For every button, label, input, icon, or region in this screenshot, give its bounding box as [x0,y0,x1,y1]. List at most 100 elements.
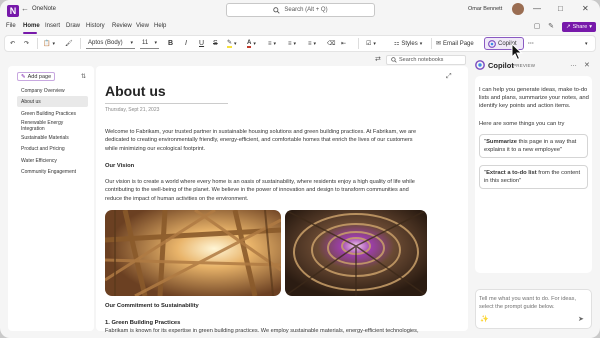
more-options-icon[interactable]: … [570,61,577,68]
align-icon[interactable]: ≡ ▾ [308,38,316,49]
suggestion-bold: Extract a to-do list [486,170,537,176]
chevron-down-icon: ▾ [589,24,593,30]
email-page-label: Email Page [443,40,474,47]
building-interior-image[interactable] [105,210,281,296]
practice-heading[interactable]: 1. Green Building Practices [105,320,180,326]
menu-view[interactable]: View [136,23,149,29]
share-label: Share [572,24,588,30]
divider [431,38,432,49]
font-name-select[interactable]: Aptos (Body) ▾ [86,38,135,49]
page-item-company-overview[interactable]: Company Overview [17,85,88,96]
more-options-icon[interactable]: ··· [528,38,534,49]
title-underline [105,103,228,104]
page-item-water-efficiency[interactable]: Water Efficiency [17,155,88,166]
send-icon[interactable]: ➤ [578,315,584,323]
divider [37,38,38,49]
menu-review[interactable]: Review [112,23,132,29]
intro-paragraph[interactable]: Welcome to Fabrikam, your trusted partne… [105,128,425,153]
page-date: Thursday, Sept 21, 2023 [105,107,160,113]
chevron-down-icon: ▾ [130,40,133,46]
menu-draw[interactable]: Draw [66,23,80,29]
back-arrow-icon[interactable]: ← [21,4,29,13]
add-page-button[interactable]: ✎ Add page [17,72,55,81]
email-page-button[interactable]: ✉ Email Page [436,38,474,49]
menu-file[interactable]: File [6,23,16,29]
suggestion-todo[interactable]: "Extract a to-do list from the content i… [479,165,588,190]
bold-button[interactable]: B [168,38,173,49]
close-icon[interactable]: ✕ [582,4,589,13]
immersive-reader-icon[interactable]: ✎ [546,22,556,32]
prompt-guide-icon[interactable]: ✨ [480,315,489,323]
avatar[interactable] [512,3,524,15]
menu-history[interactable]: History [86,23,105,29]
eraser-icon[interactable]: ⌫ [327,38,335,49]
copilot-icon [488,39,496,48]
sort-icon[interactable]: ⇅ [81,73,86,80]
expand-icon[interactable]: ⤢ [446,73,452,81]
menu-home[interactable]: Home [23,23,40,29]
page-title[interactable]: About us [105,83,166,99]
search-label: Search (Alt + Q) [284,7,328,13]
outdent-icon[interactable]: ⇤ [341,38,346,49]
minimize-icon[interactable]: — [533,4,541,13]
paste-icon[interactable]: 📋 ▾ [43,38,55,49]
chevron-down-icon[interactable]: ▾ [585,38,588,49]
onenote-window: N ← OneNote Search (Alt + Q) Omar Bennet… [0,0,600,338]
active-tab-indicator [23,32,37,34]
vision-paragraph[interactable]: Our vision is to create a world where ev… [105,178,425,203]
search-icon [273,6,281,14]
chevron-down-icon: ▾ [419,40,423,47]
undo-icon[interactable]: ↶ [10,38,15,49]
font-size-value: 11 [142,40,149,46]
styles-button[interactable]: ⚏ Styles ▾ [394,38,422,49]
practice-paragraph[interactable]: Fabrikam is known for its expertise in g… [105,327,435,335]
onenote-logo-icon: N [7,5,19,17]
format-painter-icon[interactable]: 🖌 [65,38,73,49]
search-notebooks-placeholder: Search notebooks [399,57,444,63]
copilot-try-label: Here are some things you can try [479,121,565,127]
sticky-notes-icon[interactable]: ▢ [532,22,542,32]
page-item-product-pricing[interactable]: Product and Pricing [17,143,88,154]
bullets-icon[interactable]: ≡ ▾ [268,38,276,49]
numbering-icon[interactable]: ≡ ▾ [288,38,296,49]
page-item-sustainable-materials[interactable]: Sustainable Materials [17,132,88,143]
redo-icon[interactable]: ↷ [24,38,29,49]
highlight-icon[interactable]: ✎ ▾ [227,38,237,49]
suggestion-bold: Summarize [486,139,517,145]
font-name-value: Aptos (Body) [88,40,123,46]
filter-icon[interactable]: ⇄ [375,55,381,63]
page-item-green-building[interactable]: Green Building Practices [17,108,88,119]
preview-badge: PREVIEW [513,63,536,68]
vision-heading[interactable]: Our Vision [105,163,134,169]
tag-icon[interactable]: ☑ ▾ [366,38,376,49]
page-item-renewable-energy[interactable]: Renewable Energy Integration [17,120,88,132]
font-size-select[interactable]: 11 ▾ [140,38,159,49]
page-item-about-us[interactable]: About us [17,96,88,107]
close-icon[interactable]: ✕ [584,61,590,69]
user-name[interactable]: Omar Bennett [468,6,502,12]
copilot-title: Copilot [488,61,514,70]
share-button[interactable]: ↗ Share ▾ [562,22,596,32]
copilot-input-placeholder: Tell me what you want to do. For ideas, … [479,296,577,310]
copilot-intro: I can help you generate ideas, make to-d… [479,87,589,110]
page-item-community-engagement[interactable]: Community Engagement [17,166,88,177]
search-notebooks-input[interactable]: Search notebooks [386,55,466,65]
suggestion-summarize[interactable]: "Summarize this page in a way that expla… [479,134,588,159]
menu-help[interactable]: Help [154,23,166,29]
divider [80,38,81,49]
mail-icon: ✉ [436,41,442,47]
strikethrough-button[interactable]: S [213,38,218,49]
underline-button[interactable]: U [199,38,204,49]
mouse-cursor-icon [511,43,523,61]
font-color-icon[interactable]: A ▾ [247,38,256,49]
add-page-label: Add page [27,73,52,80]
spiral-staircase-image[interactable] [285,210,427,296]
maximize-icon[interactable]: □ [558,4,563,13]
app-title: OneNote [32,6,57,12]
styles-icon: ⚏ [394,41,400,47]
search-box[interactable]: Search (Alt + Q) [226,3,375,17]
menu-insert[interactable]: Insert [45,23,60,29]
chevron-down-icon: ▾ [154,40,157,46]
commitment-heading[interactable]: Our Commitment to Sustainability [105,303,199,309]
italic-button[interactable]: I [185,38,187,49]
